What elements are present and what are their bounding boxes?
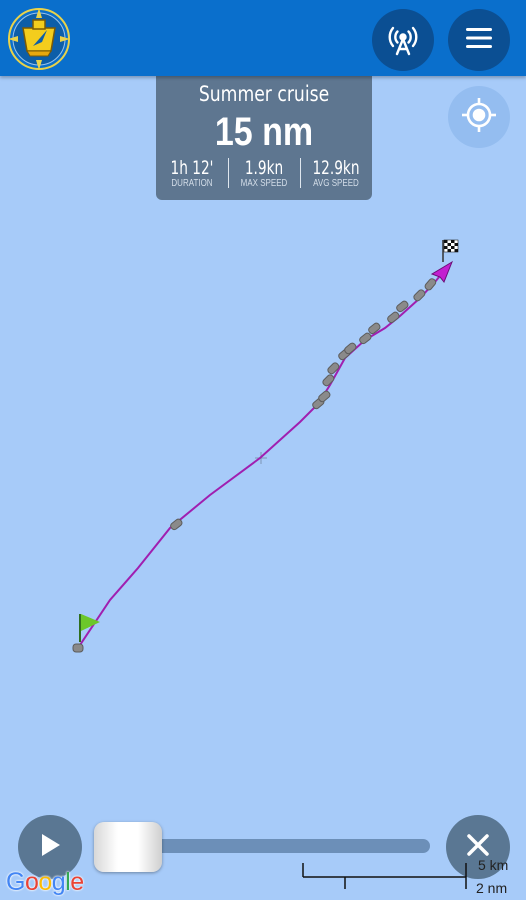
track-point [368, 322, 381, 335]
track-points [72, 278, 437, 653]
stat-duration: 1h 12' DURATION [156, 158, 228, 190]
play-icon [37, 831, 63, 864]
scale-label-km: 5 km [478, 857, 509, 873]
broadcast-button[interactable] [372, 9, 434, 71]
stat-value: 12.9kn [312, 157, 360, 179]
trip-summary-panel: Summer cruise 15 nm 1h 12' DURATION 1.9k… [156, 76, 372, 200]
trip-distance: 15 nm [214, 110, 314, 154]
map-scale-bar: 5 km 2 nm [300, 857, 520, 898]
stat-label: DURATION [171, 178, 213, 189]
my-location-icon [460, 96, 498, 139]
scale-label-nm: 2 nm [476, 880, 508, 896]
stat-label: AVG SPEED [313, 178, 359, 189]
track-point [72, 643, 84, 653]
ship-compass-logo-icon[interactable] [6, 6, 72, 72]
google-attribution[interactable]: Google [6, 868, 84, 897]
stat-avg-speed: 12.9kn AVG SPEED [300, 158, 372, 190]
antenna-broadcast-icon [383, 18, 423, 63]
google-logo-text: Google [6, 868, 84, 896]
menu-button[interactable] [448, 9, 510, 71]
route-track [77, 265, 449, 649]
track-point [322, 374, 335, 387]
track-point [387, 311, 400, 324]
trip-name: Summer cruise [198, 82, 330, 106]
locate-button[interactable] [448, 86, 510, 148]
track-point [413, 289, 426, 302]
hamburger-menu-icon [464, 26, 494, 55]
stat-value: 1h 12' [170, 157, 214, 179]
checkered-flag-icon [442, 239, 459, 262]
boat-position-icon [430, 260, 454, 283]
app-header [0, 0, 526, 76]
track-point [327, 362, 340, 375]
track-point [424, 278, 437, 291]
stat-label: MAX SPEED [240, 178, 288, 189]
playback-slider-thumb[interactable] [94, 822, 162, 872]
stat-max-speed: 1.9kn MAX SPEED [228, 158, 300, 190]
stat-value: 1.9kn [244, 157, 284, 179]
